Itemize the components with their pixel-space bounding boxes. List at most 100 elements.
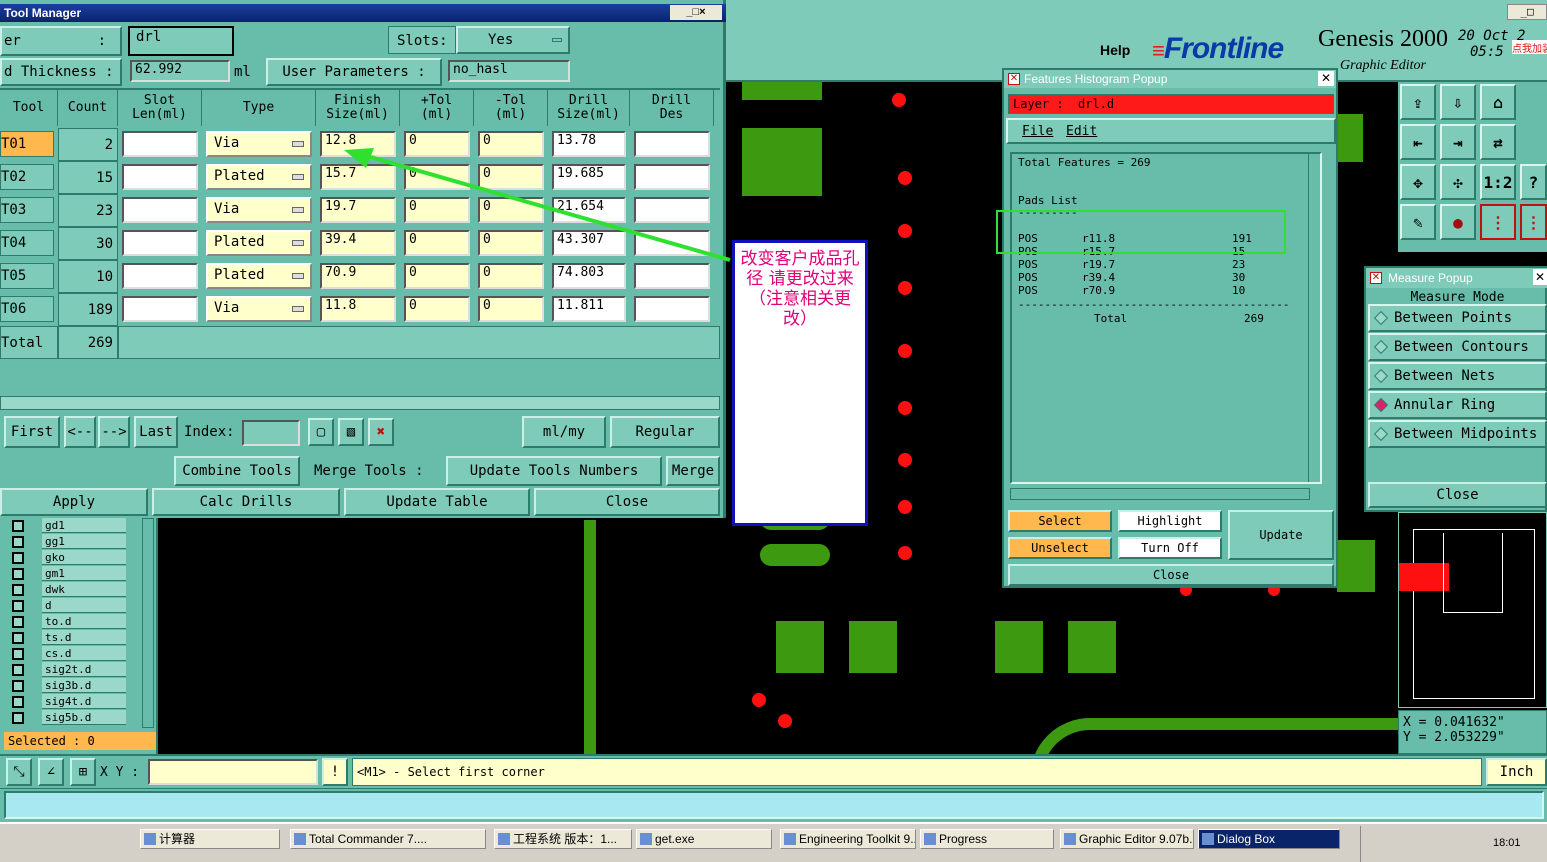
tool-id-cell[interactable]: T01 — [0, 131, 54, 157]
prev-button[interactable]: <-- — [64, 416, 96, 448]
close-icon[interactable]: ✕ — [1318, 71, 1334, 86]
step-back-icon[interactable]: ⇤ — [1400, 124, 1436, 160]
drill-size-field[interactable]: 11.811 — [552, 296, 626, 322]
tool-id-cell[interactable]: T03 — [0, 197, 54, 223]
unselect-button[interactable]: Unselect — [1008, 537, 1112, 559]
taskbar-item[interactable]: Total Commander 7.... — [290, 829, 486, 849]
zoom-fit-icon[interactable]: ⇩ — [1440, 84, 1476, 120]
angle-icon[interactable]: ∠ — [38, 758, 64, 786]
layer-checkbox[interactable] — [12, 568, 24, 580]
layer-item[interactable]: sig5b.d — [42, 710, 126, 725]
tool-id-cell[interactable]: T02 — [0, 164, 54, 190]
layer-item[interactable]: ts.d — [42, 630, 126, 645]
layer-item[interactable]: sig3b.d — [42, 678, 126, 693]
slots-dropdown[interactable]: Yes — [456, 26, 570, 54]
delete-icon[interactable]: ✖ — [368, 418, 394, 446]
palette-icon[interactable]: ✎ — [1400, 204, 1436, 240]
mode-between-nets[interactable]: Between Nets — [1368, 362, 1547, 390]
layer-item[interactable]: cs.d — [42, 646, 126, 661]
layer-checkbox[interactable] — [12, 552, 24, 564]
layer-checkbox[interactable] — [12, 696, 24, 708]
grid-icon[interactable]: ⊞ — [70, 758, 96, 786]
layer-item[interactable]: gko — [42, 550, 126, 565]
histogram-close-button[interactable]: Close — [1008, 564, 1334, 586]
probe-icon[interactable]: ● — [1440, 204, 1476, 240]
tool-id-cell[interactable]: T04 — [0, 230, 54, 256]
turn-off-button[interactable]: Turn Off — [1118, 537, 1222, 559]
taskbar-item[interactable]: Dialog Box — [1198, 829, 1340, 849]
mode-dropdown[interactable]: Regular — [610, 416, 720, 448]
promo-tag[interactable]: 点我加装 — [1512, 40, 1547, 54]
tool-id-cell[interactable]: T06 — [0, 296, 54, 322]
apply-button[interactable]: Apply — [0, 488, 148, 516]
layer-item[interactable]: d — [42, 598, 126, 613]
measure-titlebar[interactable]: ✕ Measure Popup ✕ — [1366, 268, 1547, 288]
edit-menu[interactable]: Edit — [1066, 124, 1097, 139]
mode-annular-ring[interactable]: Annular Ring — [1368, 391, 1547, 419]
type-dropdown[interactable]: Via — [206, 197, 312, 223]
layer-checkbox[interactable] — [12, 632, 24, 644]
layer-checkbox[interactable] — [12, 584, 24, 596]
horizontal-scrollbar[interactable] — [0, 396, 720, 410]
finish-size-field[interactable]: 11.8 — [320, 296, 396, 322]
thickness-field[interactable]: 62.992 — [130, 60, 230, 82]
type-dropdown[interactable]: Plated — [206, 164, 312, 190]
taskbar-item[interactable]: Graphic Editor 9.07b... — [1060, 829, 1194, 849]
search-icon[interactable]: ▢ — [308, 418, 334, 446]
layer-checkbox[interactable] — [12, 520, 24, 532]
last-button[interactable]: Last — [134, 416, 178, 448]
merge-button[interactable]: Merge — [666, 456, 720, 486]
mode-between-midpoints[interactable]: Between Midpoints — [1368, 420, 1547, 448]
type-dropdown[interactable]: Via — [206, 296, 312, 322]
update-tools-numbers-dropdown[interactable]: Update Tools Numbers — [446, 456, 662, 486]
layer-checkbox[interactable] — [12, 648, 24, 660]
edit-icon[interactable]: ▧ — [338, 418, 364, 446]
layer-checkbox[interactable] — [12, 680, 24, 692]
layer-item[interactable]: gg1 — [42, 534, 126, 549]
taskbar-item[interactable]: Progress — [920, 829, 1054, 849]
index-field[interactable] — [242, 420, 300, 446]
layer-item[interactable]: sig2t.d — [42, 662, 126, 677]
window-controls[interactable]: _□× — [670, 5, 722, 20]
pan-icon[interactable]: ✣ — [1440, 164, 1476, 200]
net-icon[interactable]: ⋮ — [1480, 204, 1516, 240]
taskbar-item[interactable]: 计算器 — [140, 829, 280, 849]
plus-tol-field[interactable]: 0 — [404, 296, 470, 322]
update-table-button[interactable]: Update Table — [344, 488, 530, 516]
user-params-button[interactable]: User Parameters : — [266, 58, 442, 86]
layer-scrollbar[interactable] — [142, 518, 154, 728]
home-icon[interactable]: ⌂ — [1480, 84, 1516, 120]
update-button[interactable]: Update — [1228, 510, 1334, 560]
type-dropdown[interactable]: Via — [206, 131, 312, 157]
slot-len-field[interactable] — [122, 263, 198, 289]
first-button[interactable]: First — [4, 416, 60, 448]
minus-tol-field[interactable]: 0 — [478, 296, 544, 322]
help-menu[interactable]: Help — [1100, 42, 1130, 58]
close-button[interactable]: Close — [534, 488, 720, 516]
tool-manager-titlebar[interactable]: Tool Manager _□× — [0, 4, 726, 22]
slot-len-field[interactable] — [122, 230, 198, 256]
mode-between-points[interactable]: Between Points — [1368, 304, 1547, 332]
tool-id-cell[interactable]: T05 — [0, 263, 54, 289]
drill-des-field[interactable] — [634, 296, 710, 322]
zoom-area-icon[interactable]: ⤡ — [6, 758, 32, 786]
calc-drills-button[interactable]: Calc Drills — [152, 488, 340, 516]
histogram-titlebar[interactable]: ✕ Features Histogram Popup ✕ — [1004, 70, 1336, 88]
layer-item[interactable]: gm1 — [42, 566, 126, 581]
layer-checkbox[interactable] — [12, 664, 24, 676]
combine-tools-button[interactable]: Combine Tools — [174, 456, 300, 486]
close-icon[interactable]: ✕ — [1533, 269, 1547, 285]
swap-icon[interactable]: ⇄ — [1480, 124, 1516, 160]
taskbar-item[interactable]: get.exe — [636, 829, 772, 849]
mode-between-contours[interactable]: Between Contours — [1368, 333, 1547, 361]
select-button[interactable]: Select — [1008, 510, 1112, 532]
units-dropdown[interactable]: ml/my — [522, 416, 606, 448]
layer-item[interactable]: dwk — [42, 582, 126, 597]
histogram-list[interactable]: Total Features = 269 Pads List ---------… — [996, 152, 1322, 484]
window-controls[interactable]: _□ — [1507, 4, 1547, 20]
info-icon[interactable]: ! — [322, 758, 348, 786]
next-button[interactable]: --> — [98, 416, 130, 448]
zoom-home-icon[interactable]: ⇪ — [1400, 84, 1436, 120]
layer-item[interactable]: to.d — [42, 614, 126, 629]
highlight-button[interactable]: Highlight — [1118, 510, 1222, 532]
